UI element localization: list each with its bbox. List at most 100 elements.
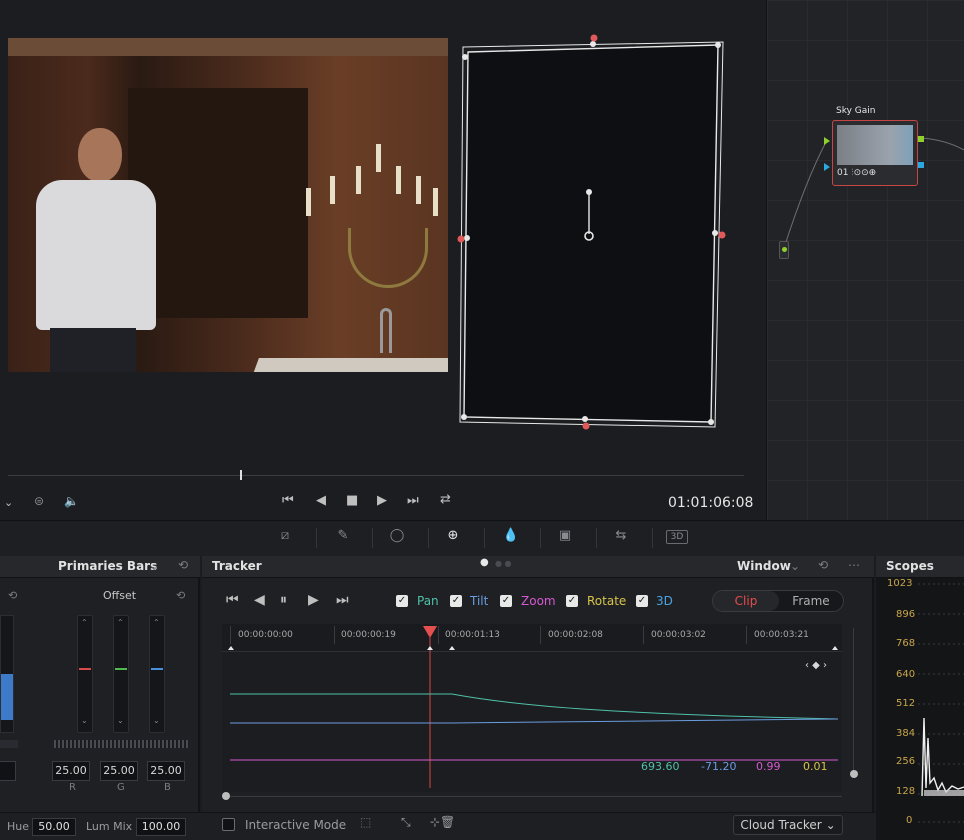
window-edge-handle[interactable] [590,41,596,47]
zoom-checkbox[interactable]: ✓ [500,595,512,607]
vertical-zoom-handle[interactable] [850,770,858,778]
horizontal-zoom-handle[interactable] [222,792,230,800]
3d-icon[interactable]: 3D [666,530,688,544]
softness-handle[interactable] [590,34,598,42]
reset-icon[interactable]: ⟲ [8,589,17,602]
palette-toolbar [0,520,964,556]
scope-scale-label: 128 [896,786,916,797]
qualifier-picker-icon[interactable]: ✎ [332,528,354,546]
key-output-icon[interactable] [918,162,924,168]
more-options-icon[interactable]: ⋯ [848,558,860,572]
3d-checkbox[interactable]: ✓ [636,595,648,607]
dropdown-chevron-icon[interactable]: ⌄ [149,559,159,573]
power-window-shape[interactable] [445,30,745,440]
sizing-icon[interactable]: ⇆ [610,528,632,546]
page-dot-active-icon[interactable]: ● [480,557,489,568]
horizontal-zoom-slider[interactable] [222,796,842,797]
window-edge-handle[interactable] [712,230,718,236]
node-connections [783,137,964,249]
window-edge-handle[interactable] [582,416,588,422]
partial-value[interactable]: 0 [0,761,16,781]
person-figure [26,128,166,372]
frame-mode-button[interactable]: Frame [779,591,843,611]
offset-blue-value[interactable]: 25.00 [147,761,185,781]
layers-icon[interactable]: ⊜ [34,494,44,508]
corrector-node[interactable]: 01 ⫶⊙⊙⊕ [832,120,918,186]
play-reverse-icon[interactable]: ◀ [316,493,326,508]
offset-green-value[interactable]: 25.00 [100,761,138,781]
track-first-frame-icon[interactable]: ⏮ [226,592,239,608]
viewer-scrubber[interactable] [8,475,744,476]
stop-icon[interactable]: ■ [346,493,358,508]
key-input-icon[interactable] [824,163,830,171]
rgb-input-icon[interactable] [824,137,830,145]
clip-mode-button[interactable]: Clip [713,591,779,611]
hue-value[interactable]: 50.00 [32,818,76,836]
rgb-output-icon[interactable] [918,136,924,142]
primaries-title[interactable]: Primaries Bars [58,559,157,573]
window-corner-handle[interactable] [462,54,468,60]
loop-icon[interactable]: ⇄ [440,492,451,507]
window-corner-handle[interactable] [708,419,714,425]
window-edge-handle[interactable] [464,235,470,241]
node-number: 01 [837,168,849,178]
rotate-checkbox[interactable]: ✓ [566,595,578,607]
scrubber-playhead[interactable] [240,470,242,480]
offset-master-wheel[interactable] [54,740,189,748]
offset-green-bar[interactable]: ⌃ ⌄ [113,615,129,733]
tracker-title: Tracker [212,559,262,573]
curves-icon[interactable]: ⧄ [274,528,296,546]
tracker-header: Tracker ● ● ● Window ⌄ ⟲ ⋯ [202,556,874,578]
softness-handle[interactable] [718,231,726,239]
play-icon[interactable]: ▶ [377,493,387,508]
video-frame[interactable] [8,38,448,372]
tilt-checkbox[interactable]: ✓ [450,595,462,607]
interactive-mode-label: Interactive Mode [245,818,347,832]
dropdown-chevron-icon[interactable]: ⌄ [4,496,13,509]
reset-icon[interactable]: ⟲ [818,558,828,572]
zoom-readout: 0.99 [756,760,781,773]
channel-label-b: B [164,782,171,793]
track-last-frame-icon[interactable]: ⏭ [336,592,349,608]
go-to-start-icon[interactable]: ⏮ [282,493,294,508]
go-to-end-icon[interactable]: ⏭ [407,493,419,508]
softness-handle[interactable] [582,422,590,430]
channel-label-g: G [117,782,125,793]
offset-red-value[interactable]: 25.00 [52,761,90,781]
scope-scale-label: 896 [896,609,916,620]
interactive-mode-checkbox[interactable] [222,818,235,831]
softness-handle[interactable] [457,235,465,243]
track-forward-icon[interactable]: ▶ [308,592,319,608]
cloud-tracker-menu[interactable]: Cloud Tracker ⌄ [733,815,843,835]
blur-icon[interactable]: 💧 [500,528,522,546]
lum-mix-value[interactable]: 100.00 [136,818,186,836]
speaker-icon[interactable]: 🔈 [64,494,79,508]
set-point-icon[interactable]: ⤡ [401,815,411,830]
offset-reset-icon[interactable]: ⟲ [176,589,185,602]
reset-icon[interactable]: ⟲ [178,558,188,572]
vertical-zoom-slider[interactable] [853,628,854,778]
source-node[interactable] [779,241,789,259]
insert-point-icon[interactable]: ⬚ [360,815,371,829]
pan-label: Pan [417,594,439,608]
dropdown-chevron-icon[interactable]: ⌄ [790,559,800,573]
track-pause-icon[interactable]: ⏸ [280,592,287,608]
page-dot-icon[interactable]: ● ● [495,559,512,568]
rotation-handle[interactable] [586,189,592,195]
scope-scale-label: 640 [896,669,916,680]
lum-mix-label: Lum Mix [86,820,133,833]
tracker-icon[interactable]: ⊕ [442,528,464,546]
key-icon[interactable]: ▣ [554,528,576,546]
partial-bar[interactable] [0,615,14,733]
offset-red-bar[interactable]: ⌃ ⌄ [77,615,93,733]
keyframe-nav-icon[interactable]: ‹ ◆ › [805,660,827,671]
window-icon[interactable]: ◯ [386,528,408,546]
pan-checkbox[interactable]: ✓ [396,595,408,607]
primaries-header: Primaries Bars ⌄ ⟲ [0,556,200,578]
track-reverse-icon[interactable]: ◀ [254,592,265,608]
delete-point-icon[interactable]: ⊹🗑 [430,815,455,829]
window-corner-handle[interactable] [461,414,467,420]
tracker-mode-menu[interactable]: Window [737,559,791,573]
window-corner-handle[interactable] [715,42,721,48]
offset-blue-bar[interactable]: ⌃ ⌄ [149,615,165,733]
